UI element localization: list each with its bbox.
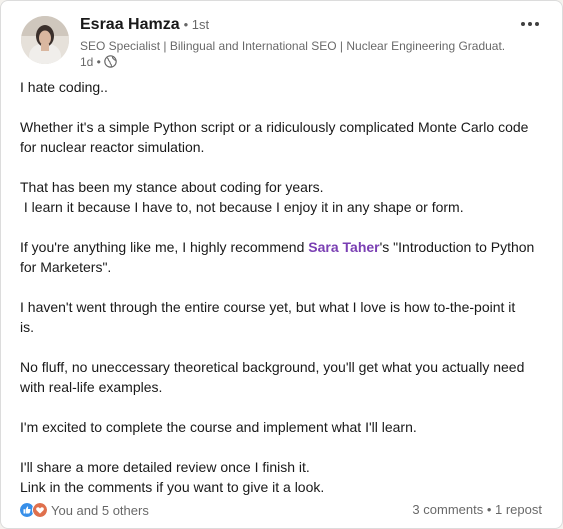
comments-count-link[interactable]: 3 comments <box>412 502 483 517</box>
post-header: Esraa Hamza • 1st SEO Specialist | Bilin… <box>21 14 546 69</box>
author-name-row: Esraa Hamza • 1st <box>80 16 506 38</box>
course-text: 's "Introduction to Python <box>379 239 535 255</box>
post-line: for nuclear reactor simulation. <box>20 139 205 155</box>
post-time: 1d • <box>80 54 101 69</box>
post-paragraph: I haven't went through the entire course… <box>20 297 550 337</box>
post-line: If you're anything like me, I highly rec… <box>20 237 550 257</box>
post-line: for Marketers". <box>20 259 112 275</box>
reactions-count: You and 5 others <box>51 502 149 518</box>
post-line: with real-life examples. <box>20 379 163 395</box>
post-line: is. <box>20 319 34 335</box>
post-line: Whether it's a simple Python script or a… <box>20 119 529 135</box>
love-reaction-icon <box>32 502 48 518</box>
globe-icon <box>104 55 117 68</box>
social-counts-bar: You and 5 others 3 comments • 1 repost <box>19 501 542 521</box>
engagement-counts: 3 comments • 1 repost <box>412 502 542 517</box>
post-line: No fluff, no uneccessary theoretical bac… <box>20 359 525 375</box>
post-paragraph: I hate coding.. <box>20 77 550 97</box>
post-line: I hate coding.. <box>20 79 108 95</box>
post-paragraph: No fluff, no uneccessary theoretical bac… <box>20 357 550 397</box>
post-paragraph: I'll share a more detailed review once I… <box>20 457 550 497</box>
author-headline: SEO Specialist | Bilingual and Internati… <box>80 39 506 53</box>
post-line: I'll share a more detailed review once I… <box>20 459 310 475</box>
reactions-summary[interactable]: You and 5 others <box>19 502 149 518</box>
post-line: I'm excited to complete the course and i… <box>20 419 417 435</box>
post-line: Link in the comments if you want to give… <box>20 479 325 495</box>
reposts-count-link[interactable]: 1 repost <box>495 502 542 517</box>
author-meta: Esraa Hamza • 1st SEO Specialist | Bilin… <box>80 16 506 69</box>
post-paragraph: That has been my stance about coding for… <box>20 177 550 217</box>
avatar[interactable] <box>21 16 69 64</box>
post-body: I hate coding.. Whether it's a simple Py… <box>20 77 550 517</box>
more-options-button[interactable] <box>514 14 546 34</box>
connection-degree: • 1st <box>183 17 210 32</box>
recommend-text: If you're anything like me, I highly rec… <box>20 239 309 255</box>
post-paragraph: I'm excited to complete the course and i… <box>20 417 550 437</box>
post-line: That has been my stance about coding for… <box>20 179 324 195</box>
separator: • <box>483 502 496 517</box>
post-line: I haven't went through the entire course… <box>20 299 516 315</box>
post-paragraph: Whether it's a simple Python script or a… <box>20 117 550 157</box>
post-time-row: 1d • <box>80 54 506 69</box>
post-paragraph: If you're anything like me, I highly rec… <box>20 237 550 277</box>
mention-link[interactable]: Sara Taher <box>308 239 379 255</box>
post-line: I learn it because I have to, not becaus… <box>20 199 464 215</box>
author-name[interactable]: Esraa Hamza <box>80 16 180 34</box>
post-card: Esraa Hamza • 1st SEO Specialist | Bilin… <box>0 0 563 529</box>
more-icon <box>521 22 539 26</box>
